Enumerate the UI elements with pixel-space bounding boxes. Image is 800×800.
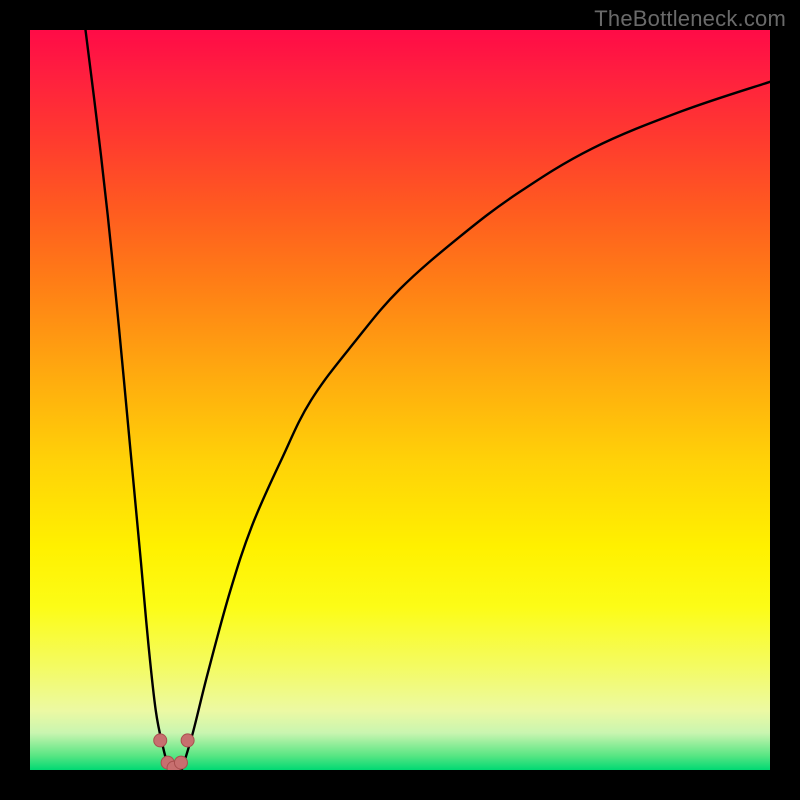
curve-left-branch (86, 30, 170, 770)
plot-area (30, 30, 770, 770)
minimum-marker (174, 756, 187, 769)
watermark-text: TheBottleneck.com (594, 6, 786, 32)
minimum-marker (181, 734, 194, 747)
curve-right-branch (182, 82, 770, 770)
bottleneck-curve (86, 30, 771, 770)
curve-layer (30, 30, 770, 770)
minimum-marker (154, 734, 167, 747)
chart-frame: TheBottleneck.com (0, 0, 800, 800)
